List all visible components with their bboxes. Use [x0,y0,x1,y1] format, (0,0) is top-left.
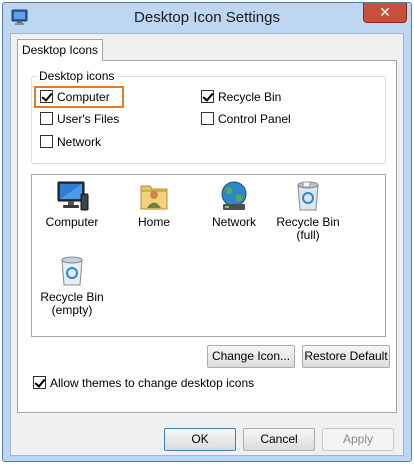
checkbox-computer[interactable]: Computer [40,88,110,105]
icon-item-recycle-bin-full[interactable]: Recycle Bin (full) [272,180,344,242]
icon-label: Recycle Bin (empty) [36,291,108,317]
checkbox-box[interactable] [33,376,46,389]
checkbox-control-panel[interactable]: Control Panel [201,110,291,127]
icon-label-line: Recycle Bin [40,290,104,304]
icon-item-network[interactable]: Network [198,180,270,229]
icon-label: Network [211,215,256,229]
desktop-icon-list[interactable]: Computer Home Network Recycle Bin (full)… [31,174,386,337]
dialog-client-area: Desktop Icons Desktop icons Computer Use… [10,33,404,456]
checkbox-box[interactable] [40,135,53,148]
checkbox-label: Control Panel [218,111,291,126]
group-legend: Desktop icons [37,69,117,83]
checkbox-allow-themes[interactable]: Allow themes to change desktop icons [33,374,254,391]
icon-item-home[interactable]: Home [118,180,190,229]
icon-label: Home [137,215,170,229]
checkbox-box[interactable] [201,112,214,125]
dialog-button-row: OK Cancel Apply [11,420,405,456]
checkbox-network[interactable]: Network [40,133,101,150]
checkbox-label: User's Files [57,111,120,126]
icon-label-line: (empty) [51,303,93,317]
close-icon: ✕ [379,4,391,20]
title-bar[interactable]: Desktop Icon Settings ✕ [3,3,411,33]
close-button[interactable]: ✕ [363,3,407,23]
network-globe-icon [221,181,247,210]
icon-label-line: Recycle Bin [276,215,340,229]
computer-icon [57,181,89,211]
apply-button: Apply [322,428,394,451]
recycle-bin-full-icon [297,181,319,211]
home-folder-icon [140,185,168,210]
dialog-window: Desktop Icon Settings ✕ Desktop Icons De… [2,2,412,462]
icon-label: Recycle Bin (full) [272,216,344,242]
icon-item-computer[interactable]: Computer [36,180,108,229]
restore-default-button[interactable]: Restore Default [302,345,390,368]
checkbox-box[interactable] [201,90,214,103]
checkbox-box[interactable] [40,90,53,103]
ok-button[interactable]: OK [164,428,236,451]
checkbox-label: Allow themes to change desktop icons [50,375,255,390]
icon-label-line: (full) [296,228,320,242]
tab-desktop-icons[interactable]: Desktop Icons [17,39,103,61]
checkbox-label: Recycle Bin [218,89,282,104]
checkbox-box[interactable] [40,112,53,125]
desktop-icons-group: Desktop icons Computer User's Files Netw… [31,69,386,164]
checkbox-label: Computer [57,89,110,104]
icon-item-recycle-bin-empty[interactable]: Recycle Bin (empty) [36,255,108,317]
icon-label: Computer [45,215,99,229]
checkbox-users-files[interactable]: User's Files [40,110,119,127]
checkbox-label: Network [57,134,102,149]
recycle-bin-empty-icon [61,256,83,286]
window-title: Desktop Icon Settings [134,9,280,26]
change-icon-button[interactable]: Change Icon... [207,345,295,368]
tab-panel: Desktop icons Computer User's Files Netw… [17,60,397,413]
cancel-button[interactable]: Cancel [243,428,315,451]
checkbox-recycle-bin[interactable]: Recycle Bin [201,88,281,105]
